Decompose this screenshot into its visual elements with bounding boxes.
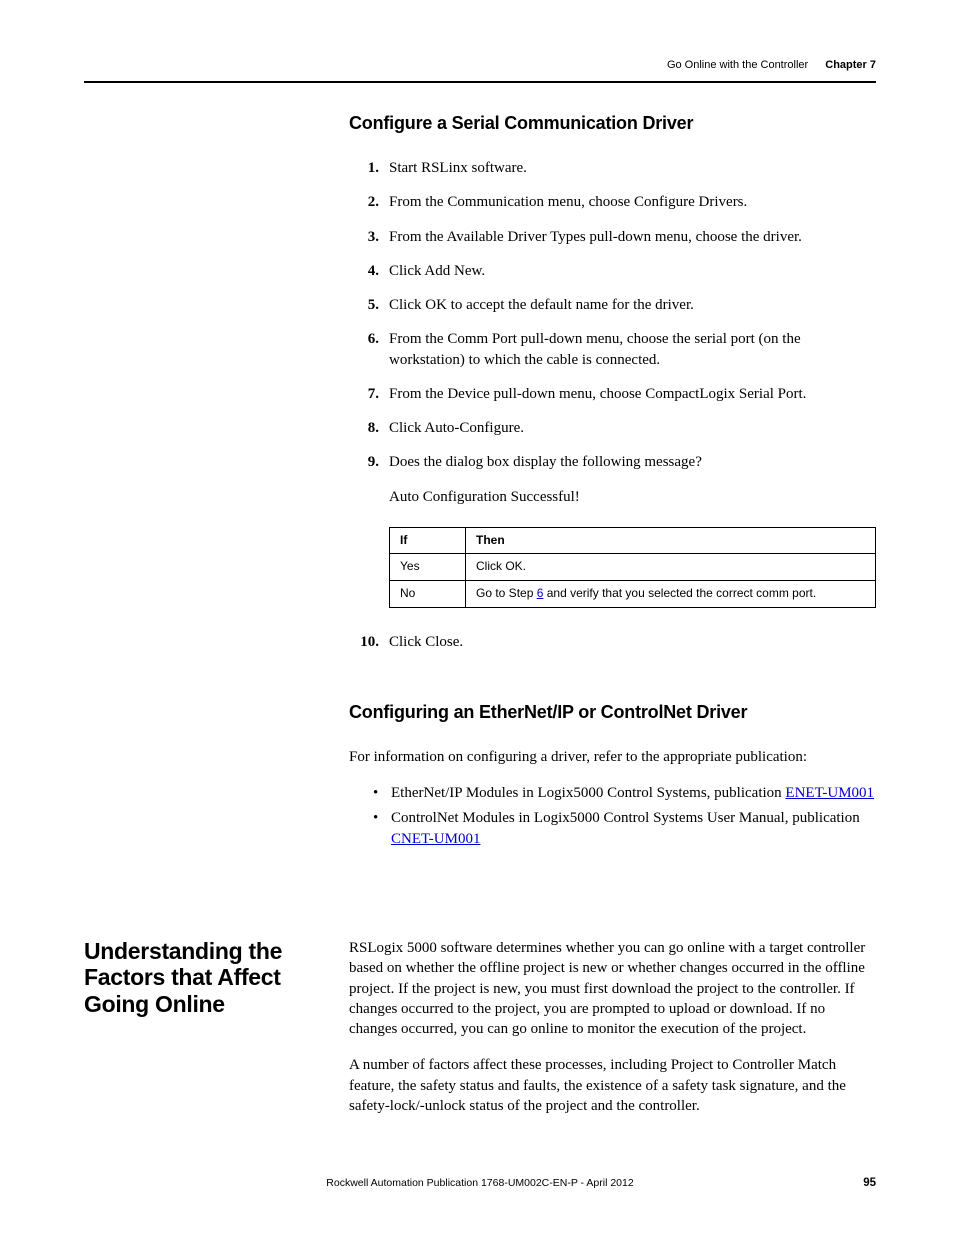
table-cell: Yes	[390, 554, 466, 581]
steps-list: 1.Start RSLinx software. 2.From the Comm…	[349, 158, 876, 473]
step-number: 7.	[349, 384, 389, 404]
heading-understanding-factors: Understanding the Factors that Affect Go…	[84, 938, 339, 1017]
step-9-message: Auto Configuration Successful!	[389, 487, 876, 507]
step-text: Click Add New.	[389, 261, 876, 281]
step-item: 10.Click Close.	[349, 632, 876, 652]
step-number: 6.	[349, 329, 389, 370]
steps-list-continued: 10.Click Close.	[349, 632, 876, 652]
step-text: Click Auto-Configure.	[389, 418, 876, 438]
step-item: 2.From the Communication menu, choose Co…	[349, 192, 876, 212]
table-row: No Go to Step 6 and verify that you sele…	[390, 580, 876, 607]
footer: Rockwell Automation Publication 1768-UM0…	[84, 1177, 876, 1189]
step-number: 1.	[349, 158, 389, 178]
step-number: 10.	[349, 632, 389, 652]
step-text: From the Device pull-down menu, choose C…	[389, 384, 876, 404]
step-text: Does the dialog box display the followin…	[389, 452, 876, 472]
step-item: 7.From the Device pull-down menu, choose…	[349, 384, 876, 404]
step-text: Click OK to accept the default name for …	[389, 295, 876, 315]
step-number: 2.	[349, 192, 389, 212]
section3-paragraph-1: RSLogix 5000 software determines whether…	[349, 938, 876, 1039]
step-number: 4.	[349, 261, 389, 281]
step-item: 8.Click Auto-Configure.	[349, 418, 876, 438]
table-cell: Click OK.	[466, 554, 876, 581]
table-cell: Go to Step 6 and verify that you selecte…	[466, 580, 876, 607]
running-header: Go Online with the Controller Chapter 7	[667, 59, 876, 71]
step-text: Click Close.	[389, 632, 876, 652]
step-text: From the Available Driver Types pull-dow…	[389, 227, 876, 247]
step-number: 8.	[349, 418, 389, 438]
table-header-then: Then	[466, 527, 876, 554]
list-item: EtherNet/IP Modules in Logix5000 Control…	[369, 783, 876, 804]
step-item: 6.From the Comm Port pull-down menu, cho…	[349, 329, 876, 370]
cnet-um001-link[interactable]: CNET-UM001	[391, 831, 480, 847]
step-text: Start RSLinx software.	[389, 158, 876, 178]
section3-paragraph-2: A number of factors affect these process…	[349, 1055, 876, 1116]
table-cell: No	[390, 580, 466, 607]
list-item: ControlNet Modules in Logix5000 Control …	[369, 808, 876, 850]
reference-list: EtherNet/IP Modules in Logix5000 Control…	[369, 783, 876, 850]
step-item: 3.From the Available Driver Types pull-d…	[349, 227, 876, 247]
header-rule: Go Online with the Controller Chapter 7	[84, 55, 876, 83]
section2-intro: For information on configuring a driver,…	[349, 747, 876, 767]
table-row: Yes Click OK.	[390, 554, 876, 581]
if-then-table: If Then Yes Click OK. No Go to Step 6 an…	[389, 527, 876, 608]
step-text: From the Comm Port pull-down menu, choos…	[389, 329, 876, 370]
heading-configure-serial: Configure a Serial Communication Driver	[349, 113, 876, 134]
header-chapter: Chapter 7	[825, 59, 876, 71]
step-item: 1.Start RSLinx software.	[349, 158, 876, 178]
page-number: 95	[863, 1177, 876, 1189]
table-header-row: If Then	[390, 527, 876, 554]
heading-configure-ethernet-controlnet: Configuring an EtherNet/IP or ControlNet…	[349, 702, 876, 723]
enet-um001-link[interactable]: ENET-UM001	[785, 785, 874, 801]
step-item: 9.Does the dialog box display the follow…	[349, 452, 876, 472]
publication-info: Rockwell Automation Publication 1768-UM0…	[326, 1177, 633, 1189]
step-number: 3.	[349, 227, 389, 247]
step-item: 4.Click Add New.	[349, 261, 876, 281]
table-header-if: If	[390, 527, 466, 554]
step-item: 5.Click OK to accept the default name fo…	[349, 295, 876, 315]
step-text: From the Communication menu, choose Conf…	[389, 192, 876, 212]
step-number: 5.	[349, 295, 389, 315]
step-number: 9.	[349, 452, 389, 472]
header-title: Go Online with the Controller	[667, 59, 808, 71]
